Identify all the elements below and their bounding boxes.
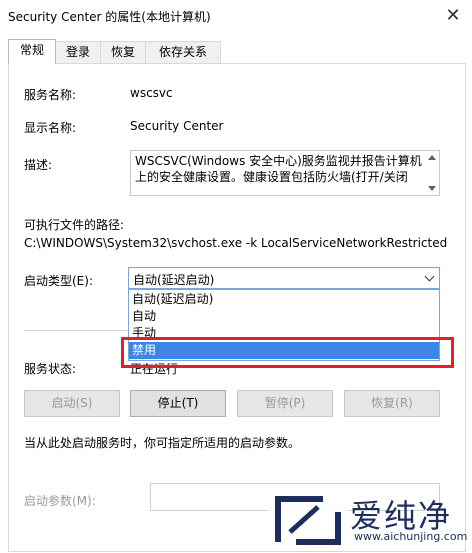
tab-recovery[interactable]: 恢复 bbox=[100, 41, 146, 63]
stop-button[interactable]: 停止(T) bbox=[130, 390, 226, 417]
service-name-label: 服务名称: bbox=[24, 88, 77, 102]
scroll-down-icon[interactable] bbox=[428, 186, 436, 191]
display-name-value: Security Center bbox=[130, 119, 224, 133]
watermark-url: www.aichunjing.com bbox=[354, 530, 468, 543]
pause-button[interactable]: 暂停(P) bbox=[237, 390, 333, 417]
option-auto[interactable]: 自动 bbox=[129, 308, 439, 325]
description-box[interactable]: WSCSVC(Windows 安全中心)服务监视并报告计算机上的安全健康设置。健… bbox=[130, 150, 440, 196]
exe-path-label: 可执行文件的路径: bbox=[24, 218, 125, 232]
start-button[interactable]: 启动(S) bbox=[24, 390, 120, 417]
tab-dependencies[interactable]: 依存关系 bbox=[145, 41, 221, 63]
exe-path-value: C:\WINDOWS\System32\svchost.exe -k Local… bbox=[24, 236, 448, 250]
window-title: Security Center 的属性(本地计算机) bbox=[8, 10, 211, 24]
start-params-label: 启动参数(M): bbox=[24, 494, 96, 508]
display-name-label: 显示名称: bbox=[24, 121, 77, 135]
close-icon[interactable]: ✕ bbox=[440, 3, 466, 29]
tab-general[interactable]: 常规 bbox=[8, 39, 56, 64]
title-bar: Security Center 的属性(本地计算机) ✕ bbox=[0, 0, 472, 31]
service-status-label: 服务状态: bbox=[24, 362, 77, 376]
description-scrollbar[interactable] bbox=[425, 151, 439, 195]
startup-type-select[interactable]: 自动(延迟启动) bbox=[128, 267, 440, 289]
description-text: WSCSVC(Windows 安全中心)服务监视并报告计算机上的安全健康设置。健… bbox=[135, 154, 422, 184]
resume-button[interactable]: 恢复(R) bbox=[344, 390, 440, 417]
startup-type-selected: 自动(延迟启动) bbox=[133, 273, 215, 287]
service-name-value: wscsvc bbox=[130, 86, 173, 100]
watermark: 爱纯净 www.aichunjing.com bbox=[268, 487, 472, 550]
scroll-up-icon[interactable] bbox=[428, 155, 436, 160]
tab-logon[interactable]: 登录 bbox=[55, 41, 101, 63]
highlight-annotation bbox=[121, 337, 454, 368]
option-auto-delayed[interactable]: 自动(延迟启动) bbox=[129, 291, 439, 308]
chevron-down-icon[interactable] bbox=[424, 271, 435, 282]
description-label: 描述: bbox=[24, 158, 53, 172]
watermark-logo-icon bbox=[268, 487, 348, 550]
startup-hint: 当从此处启动服务时，你可指定所适用的启动参数。 bbox=[24, 436, 301, 450]
startup-type-label: 启动类型(E): bbox=[24, 274, 93, 288]
